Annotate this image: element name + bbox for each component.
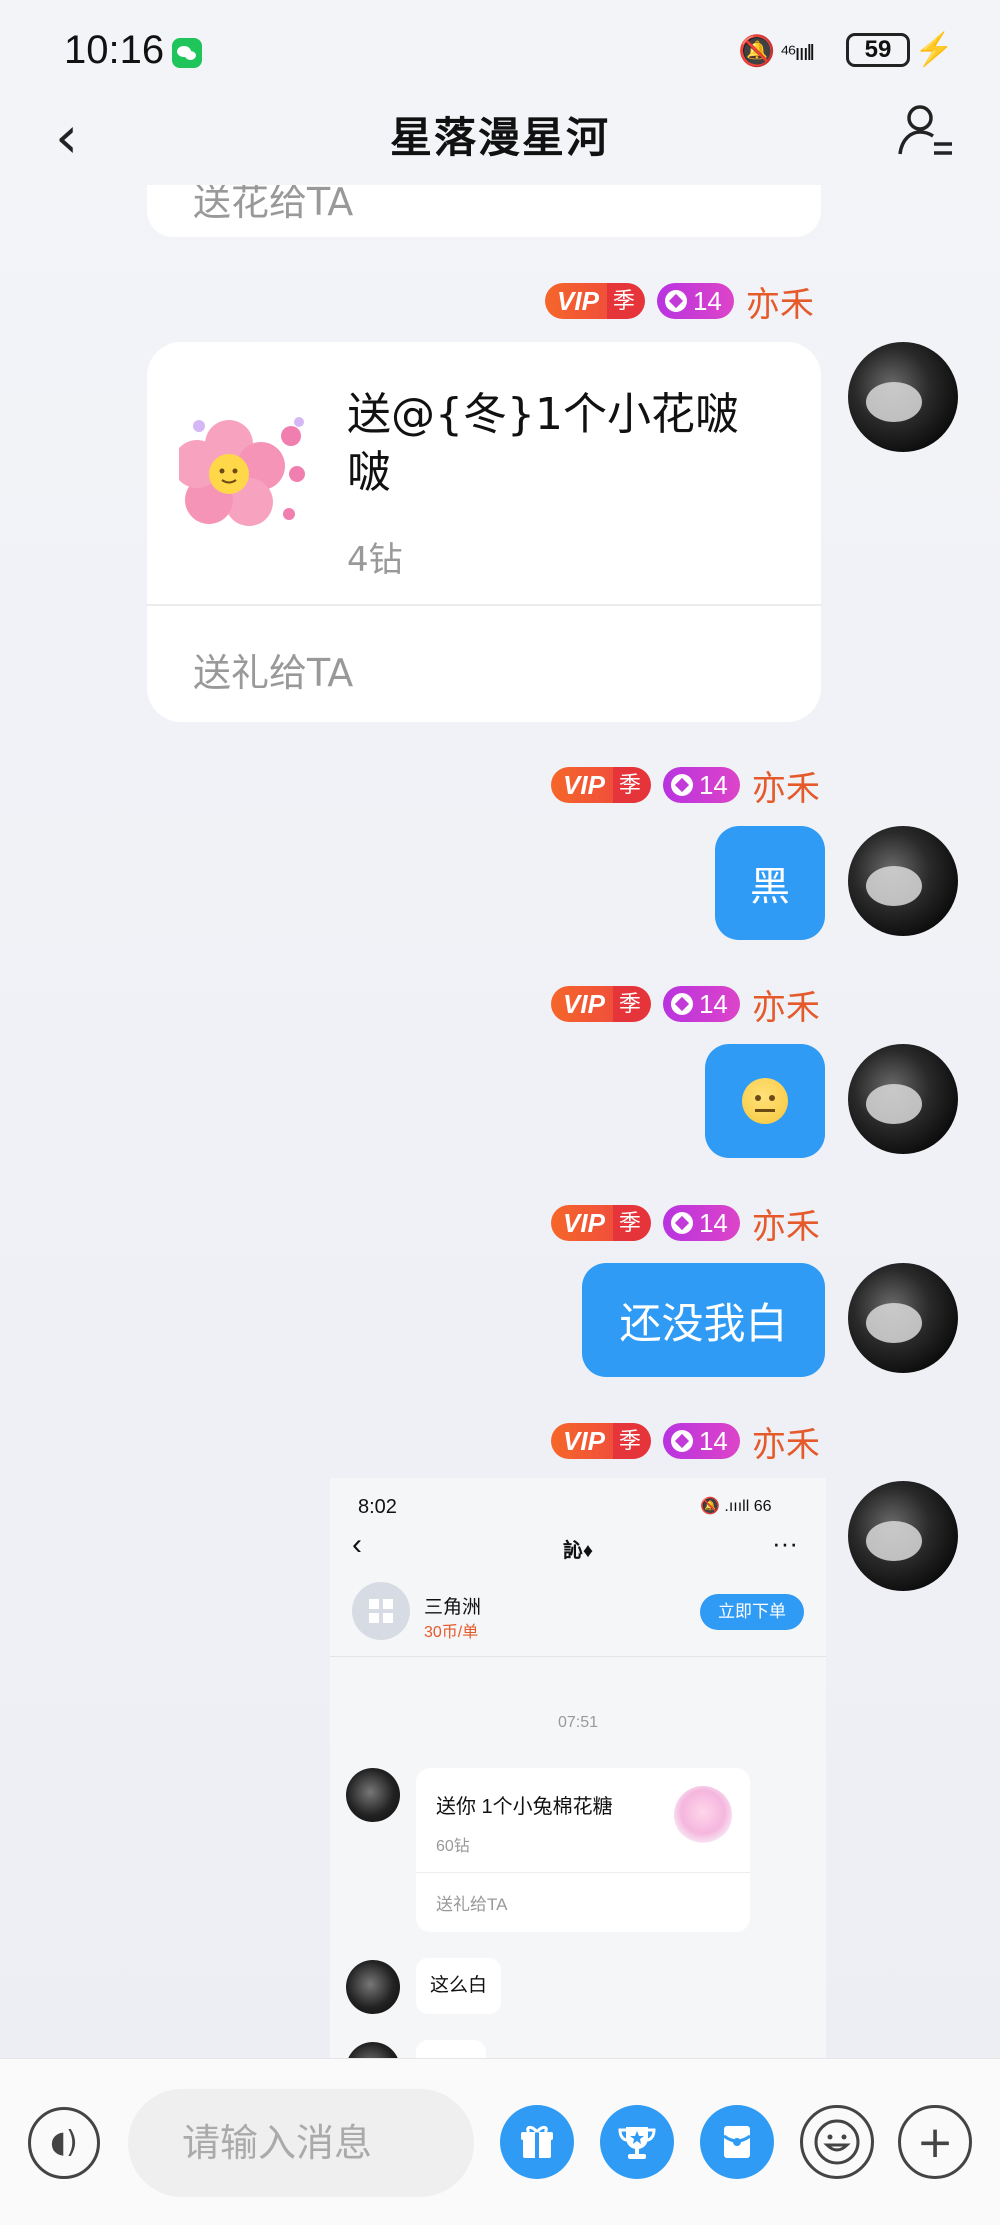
emoji-message-bubble[interactable] (705, 1044, 825, 1158)
sender-badges: VIP 季 14 亦禾 (551, 1203, 820, 1247)
embedded-gift-price: 60钻 (436, 1838, 470, 1855)
sender-badges: VIP 季 14 亦禾 (551, 765, 820, 809)
message-bubble[interactable]: 黑 (715, 826, 825, 940)
sender-badges: VIP 季 14 亦禾 (545, 281, 814, 325)
sender-name: 亦禾 (751, 1424, 820, 1465)
sender-name: 亦禾 (751, 768, 820, 809)
embedded-more-icon: ··· (772, 1528, 798, 1558)
diamond-icon (670, 993, 693, 1015)
avatar[interactable] (848, 826, 958, 936)
diamond-icon (670, 774, 693, 796)
embedded-avatar (346, 2042, 400, 2058)
avatar[interactable] (848, 1481, 958, 1591)
mute-bell-icon: 🔕 (738, 35, 776, 68)
trophy-icon[interactable] (600, 2105, 674, 2179)
red-packet-icon[interactable] (700, 2105, 774, 2179)
vip-badge: VIP 季 (551, 986, 651, 1022)
avatar[interactable] (848, 1044, 958, 1154)
gift-card[interactable]: 送@{冬}1个小花啵啵 4钻 送礼给TA (147, 342, 821, 722)
embedded-avatar (346, 1960, 400, 2014)
vip-badge: VIP 季 (551, 1205, 651, 1241)
gift-send-label: 送花给TA (193, 185, 354, 224)
image-message[interactable]: 8:02 🔕 .ıııll 66 ‹ 訫♦ ··· 三角洲 30币/单 立即下单… (330, 1478, 826, 2058)
avatar[interactable] (848, 342, 958, 452)
vip-badge: VIP 季 (545, 283, 645, 319)
embedded-message (416, 2040, 486, 2058)
gift-icon[interactable] (500, 2105, 574, 2179)
voice-icon[interactable]: ◖) (28, 2107, 100, 2179)
embedded-avatar (346, 1768, 400, 1822)
embedded-gift-card: 送你 1个小兔棉花糖 60钻 送礼给TA (416, 1768, 750, 1932)
sender-name: 亦禾 (751, 1206, 820, 1247)
embedded-time: 8:02 (358, 1496, 397, 1518)
input-bar: ◖) + (0, 2058, 1000, 2225)
page-title: 星落漫星河 (389, 113, 610, 162)
embedded-gift-send: 送礼给TA (436, 1895, 508, 1914)
sender-name: 亦禾 (745, 284, 814, 325)
embedded-status: 🔕 .ıııll 66 (700, 1498, 772, 1515)
embedded-gift-name: 送你 1个小兔棉花糖 (436, 1796, 613, 1818)
embedded-title: 訫♦ (562, 1540, 594, 1562)
vip-badge: VIP 季 (551, 1423, 651, 1459)
level-badge: 14 (662, 1205, 740, 1241)
gift-name: 送@{冬}1个小花啵啵 (347, 389, 739, 498)
user-menu-icon[interactable] (896, 100, 956, 160)
diamond-icon (664, 290, 687, 312)
embedded-game-icon (352, 1582, 410, 1640)
vip-badge: VIP 季 (551, 767, 651, 803)
chat-screen: 10:16 🔕 ⁴⁶ıııll 59 ⚡ ‹ 星落漫星河 送花给TA VIP 季 … (0, 0, 1000, 2225)
nav-bar: ‹ 星落漫星河 (0, 100, 1000, 190)
battery-icon: 59 (846, 33, 910, 67)
message-bubble[interactable]: 还没我白 (582, 1263, 825, 1377)
send-gift-link[interactable]: 送礼给TA (193, 642, 353, 697)
level-badge: 14 (656, 283, 734, 319)
diamond-icon (670, 1212, 693, 1234)
level-badge: 14 (662, 767, 740, 803)
status-bar: 10:16 🔕 ⁴⁶ıııll 59 ⚡ (0, 0, 1000, 100)
embedded-message: 这么白 (416, 1958, 502, 2014)
wechat-notification-icon (172, 38, 202, 68)
status-time: 10:16 (64, 28, 165, 72)
embedded-order-button: 立即下单 (700, 1594, 804, 1630)
flower-gift-icon (179, 417, 305, 526)
embedded-game-price: 30币/单 (424, 1624, 479, 1641)
embedded-timestamp: 07:51 (557, 1714, 599, 1731)
previous-gift-card[interactable]: 送花给TA (147, 185, 821, 237)
embedded-divider (330, 1656, 826, 1657)
bunny-candy-icon (674, 1786, 732, 1844)
sender-name: 亦禾 (751, 987, 820, 1028)
signal-icon: ⁴⁶ıııll (780, 40, 815, 65)
gift-price: 4钻 (347, 540, 403, 580)
sender-badges: VIP 季 14 亦禾 (551, 984, 820, 1028)
plus-icon[interactable]: + (898, 2105, 972, 2179)
emoji-icon[interactable] (800, 2105, 874, 2179)
sender-badges: VIP 季 14 亦禾 (551, 1421, 820, 1465)
level-badge: 14 (662, 1423, 740, 1459)
charging-icon: ⚡ (914, 31, 954, 67)
neutral-face-emoji-icon (742, 1078, 788, 1124)
level-badge: 14 (662, 986, 740, 1022)
embedded-game-name: 三角洲 (424, 1597, 482, 1618)
avatar[interactable] (848, 1263, 958, 1373)
embedded-divider (416, 1872, 750, 1873)
message-input[interactable] (128, 2089, 474, 2197)
diamond-icon (670, 1430, 693, 1452)
divider (147, 604, 821, 606)
